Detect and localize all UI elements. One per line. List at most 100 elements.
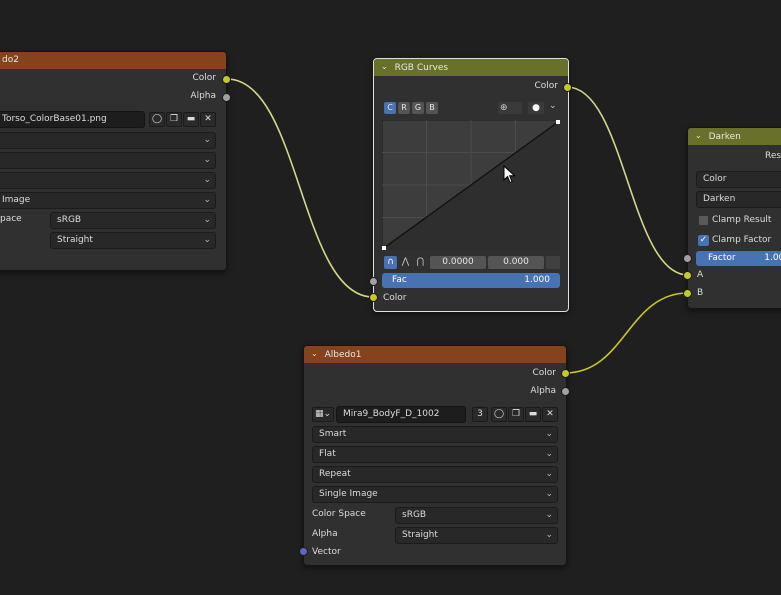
channel-g-button[interactable]: G: [412, 102, 424, 114]
chevron-down-icon: ⌄: [203, 215, 211, 225]
alpha-mode-dropdown[interactable]: Straight ⌄: [50, 232, 216, 249]
output-color-socket[interactable]: [222, 75, 231, 84]
output-color-label: Color: [192, 73, 217, 83]
chevron-down-icon: ⌄: [203, 195, 211, 205]
image-texture-node-albedo[interactable]: ⌄ Albedo1 Color Alpha ▦⌄ Mira9_BodyF_D_1…: [303, 345, 567, 566]
blend-mode-value: Darken: [703, 194, 736, 204]
color-space-dropdown[interactable]: sRGB ⌄: [395, 507, 558, 524]
input-factor-socket[interactable]: [683, 254, 692, 263]
white-point-icon[interactable]: ●: [528, 102, 544, 114]
input-color-socket[interactable]: [369, 293, 378, 302]
folder-icon[interactable]: ▬: [525, 407, 541, 422]
color-space-label: pace: [0, 214, 22, 224]
output-alpha-socket[interactable]: [222, 93, 231, 102]
input-vector-socket[interactable]: [299, 547, 308, 556]
chevron-down-icon[interactable]: ⌄: [549, 101, 557, 111]
chevron-down-icon[interactable]: ⌄: [695, 128, 702, 144]
factor-value: 1.000: [764, 253, 781, 263]
node-header[interactable]: ⌄ RGB Curves: [374, 59, 568, 76]
chevron-down-icon: ⌄: [203, 135, 211, 145]
auto-handle-icon[interactable]: ∩: [384, 256, 397, 269]
input-fac-socket[interactable]: [369, 277, 378, 286]
extension-dropdown[interactable]: ⌄: [0, 172, 216, 189]
input-vector-label: Vector: [312, 547, 341, 557]
delete-point-button[interactable]: [546, 256, 560, 269]
rgb-curves-node[interactable]: ⌄ RGB Curves Color C R G B ⊕ ● ⌄ ∩ ⋀ ⋂ 0…: [373, 58, 569, 312]
point-x-field[interactable]: 0.0000: [430, 256, 486, 269]
duplicate-icon[interactable]: ❐: [166, 112, 182, 127]
image-texture-node-left[interactable]: do2 Color Alpha Torso_ColorBase01.png ◯ …: [0, 51, 227, 271]
chevron-down-icon: ⌄: [545, 429, 553, 439]
interpolation-dropdown[interactable]: Smart ⌄: [312, 426, 558, 443]
source-dropdown[interactable]: Image ⌄: [0, 192, 216, 209]
input-color-label: Color: [383, 293, 407, 303]
fac-slider[interactable]: Fac 1.000: [382, 273, 560, 288]
shield-icon[interactable]: ◯: [491, 407, 507, 422]
chevron-down-icon: ⌄: [203, 235, 211, 245]
channel-r-button[interactable]: R: [398, 102, 410, 114]
alpha-label: Alpha: [312, 529, 338, 539]
image-browse-icon[interactable]: ▦⌄: [312, 407, 334, 422]
clamp-result-label: Clamp Result: [712, 215, 772, 225]
alpha-mode-dropdown[interactable]: Straight ⌄: [395, 527, 558, 544]
link-albedo-color-to-darken-b: [564, 292, 689, 374]
clip-icon[interactable]: ⋂: [414, 256, 427, 269]
point-y-field[interactable]: 0.000: [488, 256, 544, 269]
source-value: Image: [2, 195, 31, 205]
chevron-down-icon: ⌄: [545, 489, 553, 499]
source-value: Single Image: [319, 489, 378, 499]
image-name-field[interactable]: Mira9_BodyF_D_1002: [336, 406, 466, 423]
source-dropdown[interactable]: Single Image ⌄: [312, 486, 558, 503]
alpha-mode-value: Straight: [57, 235, 93, 245]
channel-b-button[interactable]: B: [426, 102, 438, 114]
alpha-mode-value: Straight: [402, 530, 438, 540]
shield-icon[interactable]: ◯: [149, 112, 165, 127]
output-alpha-socket[interactable]: [561, 387, 570, 396]
duplicate-icon[interactable]: ❐: [508, 407, 524, 422]
user-count[interactable]: 3: [472, 407, 488, 422]
node-title: Albedo1: [324, 350, 362, 360]
input-a-label: A: [697, 270, 704, 280]
data-type-value: Color: [703, 174, 727, 184]
output-color-socket[interactable]: [561, 369, 570, 378]
output-color-socket[interactable]: [563, 83, 572, 92]
folder-icon[interactable]: ▬: [183, 112, 199, 127]
output-alpha-label: Alpha: [190, 91, 216, 101]
projection-dropdown[interactable]: ⌄: [0, 152, 216, 169]
interpolation-dropdown[interactable]: ⌄: [0, 132, 216, 149]
zoom-icon[interactable]: ⊕: [498, 102, 522, 114]
chevron-down-icon: ⌄: [545, 510, 553, 520]
image-name: Mira9_BodyF_D_1002: [343, 409, 440, 419]
vector-handle-icon[interactable]: ⋀: [399, 256, 412, 269]
chevron-down-icon[interactable]: ⌄: [311, 346, 318, 362]
interpolation-value: Smart: [319, 429, 347, 439]
projection-dropdown[interactable]: Flat ⌄: [312, 446, 558, 463]
input-b-socket[interactable]: [683, 289, 692, 298]
blend-mode-dropdown[interactable]: Darken: [696, 191, 781, 208]
curve-editor[interactable]: [382, 120, 560, 250]
chevron-down-icon: ⌄: [203, 175, 211, 185]
image-name: Torso_ColorBase01.png: [2, 114, 107, 124]
input-b-label: B: [697, 288, 704, 298]
link-left-color-to-curves-color: [226, 78, 374, 298]
close-icon[interactable]: ✕: [200, 112, 216, 127]
channel-c-button[interactable]: C: [384, 102, 396, 114]
clamp-result-checkbox[interactable]: [698, 215, 709, 226]
image-name-field[interactable]: Torso_ColorBase01.png: [0, 111, 145, 128]
output-result-label: Res: [765, 151, 781, 161]
node-header[interactable]: ⌄ Albedo1: [304, 346, 566, 363]
chevron-down-icon[interactable]: ⌄: [381, 59, 388, 75]
node-header[interactable]: ⌄ Darken: [688, 128, 781, 145]
extension-dropdown[interactable]: Repeat ⌄: [312, 466, 558, 483]
fac-value: 1.000: [524, 275, 550, 285]
node-title: do2: [2, 55, 19, 65]
clamp-factor-checkbox[interactable]: ✓: [698, 235, 709, 246]
node-header[interactable]: do2: [0, 52, 226, 69]
factor-slider[interactable]: Factor 1.000: [696, 251, 781, 266]
input-a-socket[interactable]: [683, 271, 692, 280]
darken-mix-node[interactable]: ⌄ Darken Res Color Darken Clamp Result ✓…: [687, 127, 781, 309]
color-space-dropdown[interactable]: sRGB ⌄: [50, 212, 216, 229]
data-type-dropdown[interactable]: Color: [696, 171, 781, 188]
factor-label: Factor: [708, 253, 736, 263]
close-icon[interactable]: ✕: [542, 407, 558, 422]
